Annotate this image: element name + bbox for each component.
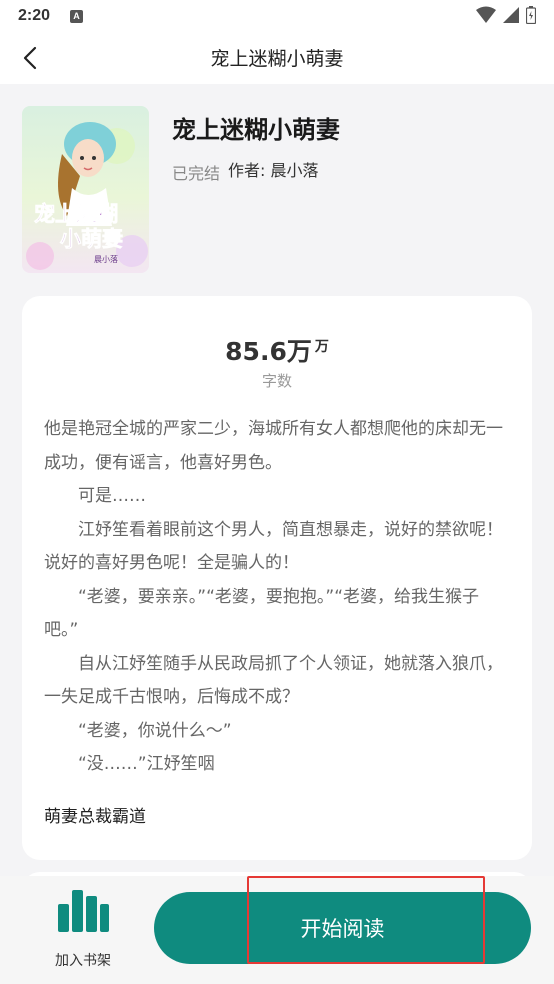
synopsis-paragraph: “没……”江妤笙咽	[44, 754, 215, 774]
word-count-value: 85.6万	[225, 337, 312, 366]
battery-icon	[526, 6, 536, 24]
cover-title-line2: 小萌妻	[60, 226, 123, 251]
book-title: 宠上迷糊小萌妻	[172, 116, 340, 144]
add-to-shelf-button[interactable]: 加入书架	[44, 890, 122, 969]
synopsis-paragraph: 可是……	[44, 486, 146, 506]
synopsis-paragraph: 江妤笙看着眼前这个男人，简直想暴走，说好的禁欲呢！说好的喜好男色呢！全是骗人的！	[44, 519, 503, 574]
word-count-label: 字数	[261, 372, 292, 390]
cover-title-line1: 宠上迷糊	[34, 201, 118, 226]
book-header: 宠上迷糊 小萌妻 晨小落 宠上迷糊小萌妻 已完结 作者: 晨小落	[22, 106, 532, 274]
synopsis-paragraph: 他是艳冠全城的严家二少，海城所有女人都想爬他的床却无一成功，便有谣言，他喜好男色…	[44, 419, 503, 473]
info-card: 85.6万万 字数 他是艳冠全城的严家二少，海城所有女人都想爬他的床却无一成功，…	[22, 296, 532, 860]
status-time: 2:20	[18, 7, 51, 24]
start-reading-button[interactable]: 开始阅读	[154, 892, 531, 964]
bookshelf-icon	[58, 890, 109, 932]
status-bar: 2:20 A	[0, 0, 554, 32]
book-tags[interactable]: 萌妻总裁霸道	[44, 802, 146, 827]
synopsis: 他是艳冠全城的严家二少，海城所有女人都想爬他的床却无一成功，便有谣言，他喜好男色…	[44, 413, 510, 782]
notification-icon: A	[70, 9, 84, 23]
synopsis-paragraph: 自从江妤笙随手从民政局抓了个人领证，她就落入狼爪，一失足成千古恨呐，后悔成不成？	[44, 653, 503, 708]
bottom-bar: 加入书架 开始阅读	[0, 876, 554, 984]
synopsis-paragraph: “老婆，要亲亲。”“老婆，要抱抱。”“老婆，给我生猴子吧。”	[44, 586, 480, 641]
page-title: 宠上迷糊小萌妻	[210, 48, 344, 70]
book-cover[interactable]: 宠上迷糊 小萌妻 晨小落	[22, 106, 149, 273]
word-count-unit: 万	[314, 339, 329, 355]
synopsis-paragraph: “老婆，你说什么～”	[44, 720, 232, 741]
status-icons	[476, 6, 536, 24]
cover-illustration: 宠上迷糊 小萌妻 晨小落	[22, 106, 149, 273]
wifi-icon	[476, 6, 496, 23]
book-status: 已完结	[172, 164, 221, 183]
app-bar: 宠上迷糊小萌妻	[0, 32, 554, 84]
word-count: 85.6万万	[22, 332, 532, 368]
signal-icon	[503, 7, 519, 23]
cover-author: 晨小落	[94, 254, 118, 264]
book-author: 作者: 晨小落	[228, 161, 319, 180]
add-to-shelf-label: 加入书架	[55, 953, 111, 969]
start-reading-label: 开始阅读	[300, 917, 385, 941]
